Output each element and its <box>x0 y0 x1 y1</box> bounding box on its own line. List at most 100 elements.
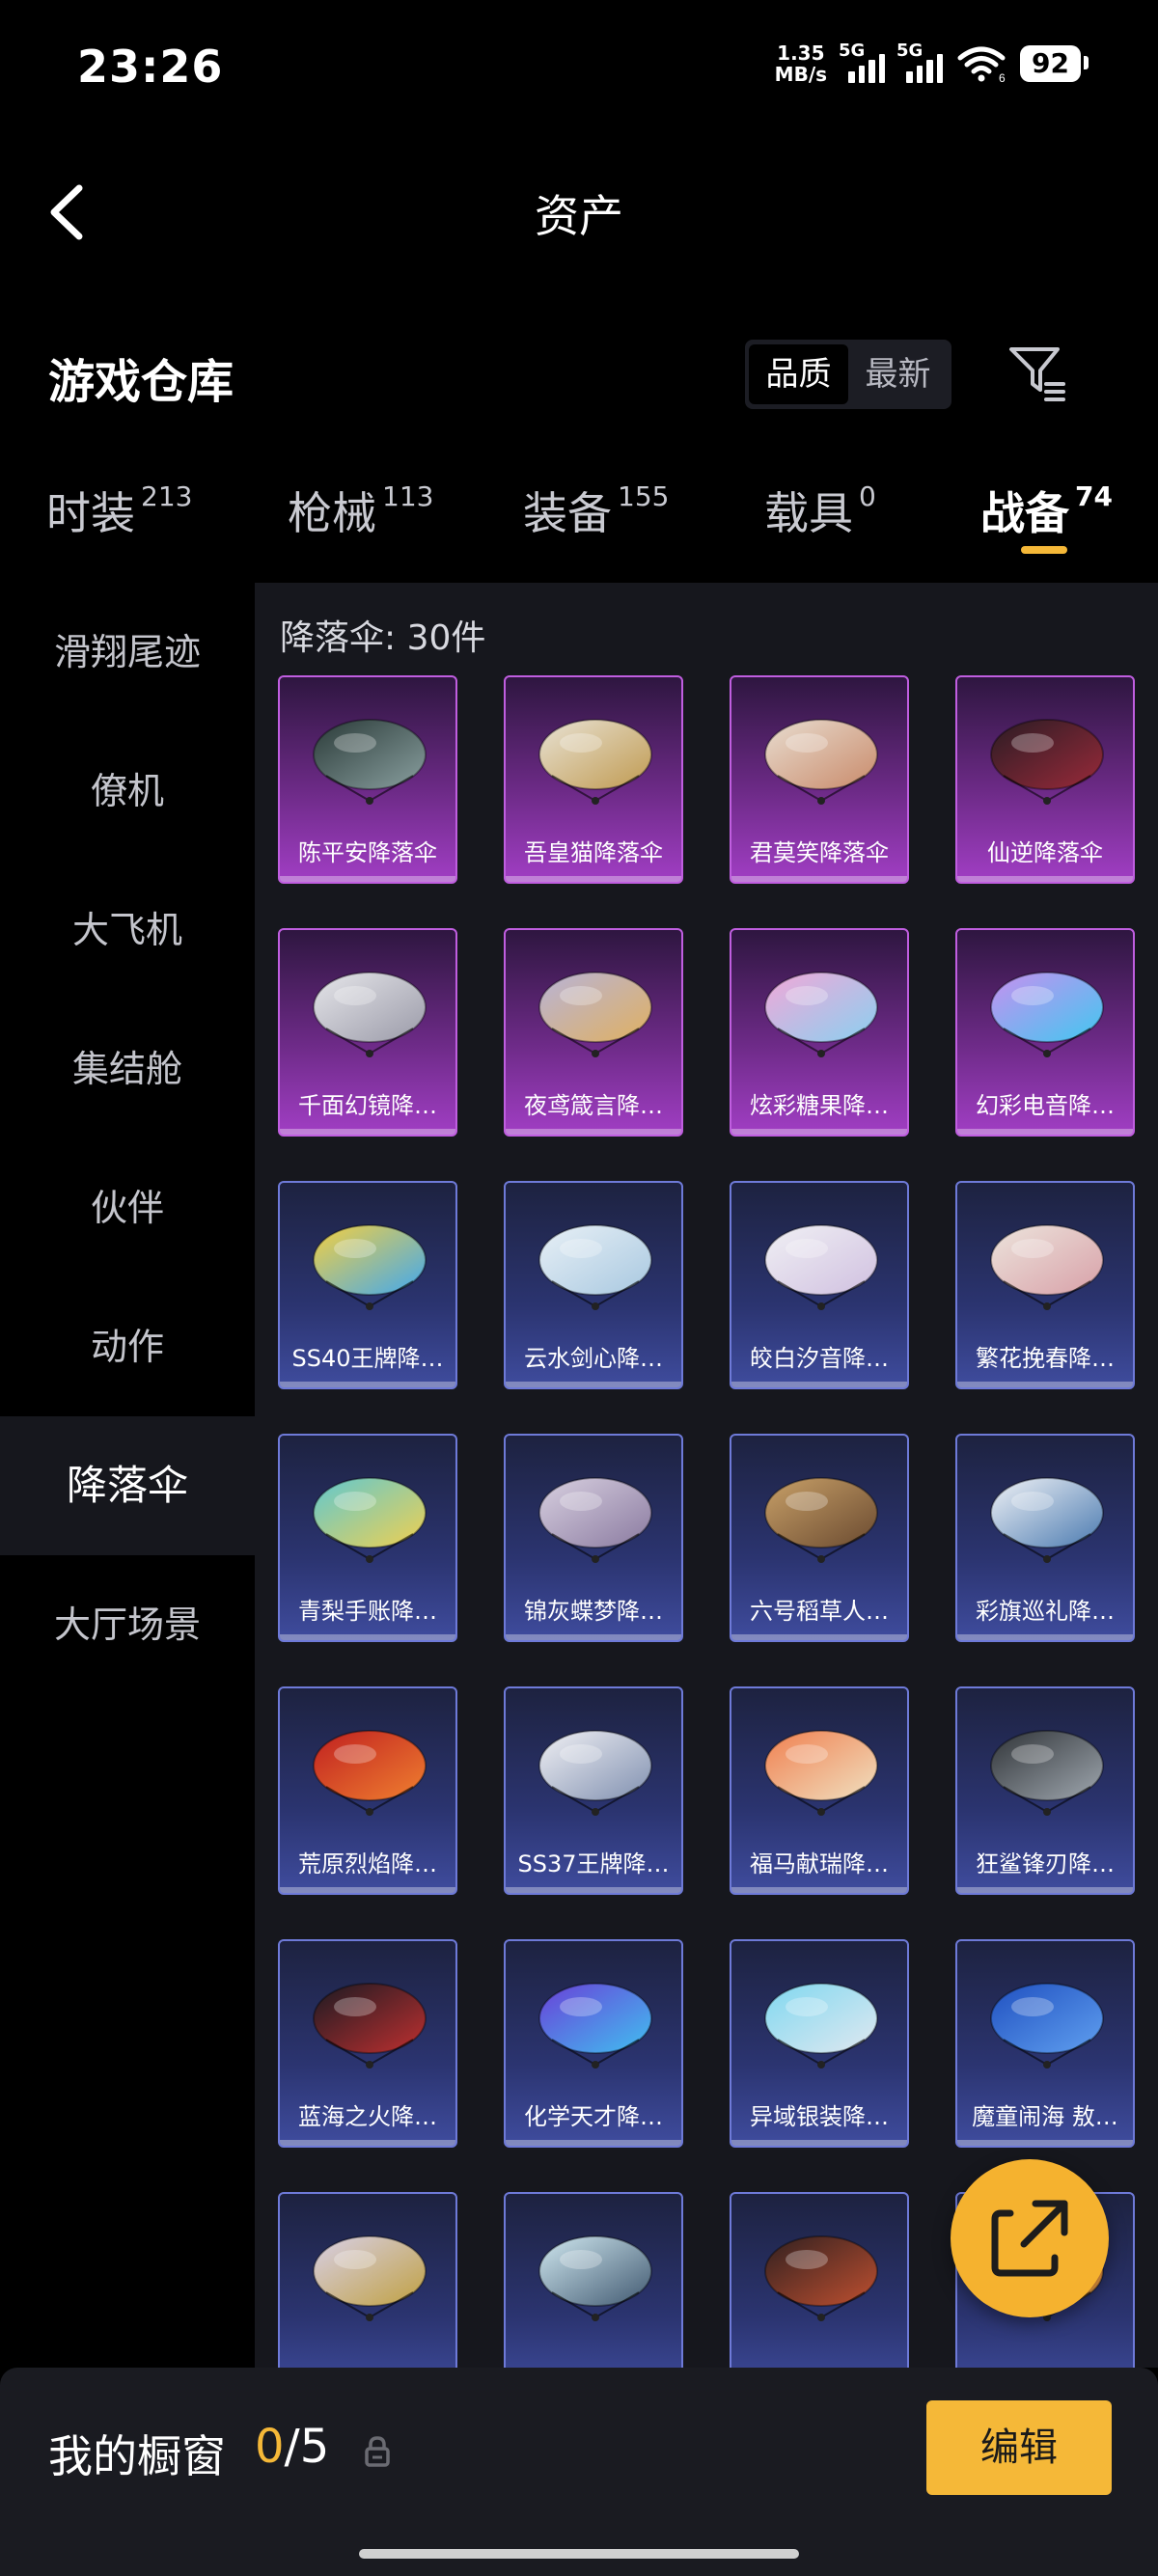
share-button[interactable] <box>951 2159 1109 2317</box>
filter-button[interactable] <box>1004 340 1069 405</box>
parachute-name: 狂鲨锋刃降… <box>976 1850 1115 1877</box>
tab-label: 时装 <box>46 487 135 539</box>
sort-option-newest[interactable]: 最新 <box>848 344 948 404</box>
parachute-card[interactable]: 皎白汐音降… <box>730 1181 909 1389</box>
parachute-name: 仙逆降落伞 <box>987 839 1103 866</box>
parachute-card[interactable]: 幻彩电音降… <box>955 928 1135 1137</box>
section-title: 游戏仓库 <box>48 355 234 409</box>
parachute-card[interactable]: 仙逆降落伞 <box>955 675 1135 884</box>
item-count-label: 降落伞: 30件 <box>280 618 486 658</box>
showcase-total: /5 <box>284 2420 330 2474</box>
parachute-name: 陈平安降落伞 <box>298 839 437 866</box>
tab-fashion[interactable]: 时装 213 <box>46 479 192 542</box>
parachute-name: 君莫笑降落伞 <box>750 839 889 866</box>
parachute-name: 六号稻草人… <box>750 1598 889 1625</box>
parachute-name: 繁花挽春降… <box>976 1345 1115 1372</box>
sidebar-item-glide-trail[interactable]: 滑翔尾迹 <box>0 583 255 722</box>
sidebar-item-airplane[interactable]: 大飞机 <box>0 861 255 1000</box>
parachute-icon <box>538 972 652 1057</box>
parachute-card[interactable]: 荒原烈焰降… <box>278 1686 457 1895</box>
sidebar-item-lobby-scene[interactable]: 大厅场景 <box>0 1555 255 1694</box>
parachute-name: 炫彩糖果降… <box>750 1092 889 1119</box>
parachute-icon <box>764 1224 878 1310</box>
parachute-icon <box>538 1224 652 1310</box>
parachute-card[interactable]: SS40王牌降… <box>278 1181 457 1389</box>
parachute-card[interactable]: 彩旗巡礼降… <box>955 1434 1135 1642</box>
tab-firearms[interactable]: 枪械 113 <box>288 479 433 542</box>
parachute-card[interactable] <box>278 2192 457 2368</box>
parachute-icon <box>764 719 878 805</box>
tab-label: 战备 <box>980 487 1069 539</box>
parachute-card[interactable]: 吾皇猫降落伞 <box>504 675 683 884</box>
parachute-name: 锦灰蝶梦降… <box>524 1598 663 1625</box>
parachute-name: 吾皇猫降落伞 <box>524 839 663 866</box>
network-speed-value: 1.35 <box>777 41 825 65</box>
parachute-icon <box>990 972 1104 1057</box>
parachute-icon <box>990 719 1104 805</box>
sidebar-item-wingman[interactable]: 僚机 <box>0 722 255 861</box>
parachute-card[interactable] <box>504 2192 683 2368</box>
tab-count: 155 <box>618 480 670 512</box>
parachute-icon <box>990 1224 1104 1310</box>
parachute-icon <box>538 1477 652 1563</box>
parachute-name: 青梨手账降… <box>298 1598 437 1625</box>
lock-icon <box>365 2436 390 2467</box>
parachute-card[interactable]: 魔童闹海 敖… <box>955 1939 1135 2148</box>
tab-count: 0 <box>859 480 876 512</box>
parachute-icon <box>538 1983 652 2069</box>
parachute-icon <box>313 1983 427 2069</box>
parachute-icon <box>313 719 427 805</box>
sort-option-quality[interactable]: 品质 <box>749 344 848 404</box>
parachute-card[interactable]: 异域银装降… <box>730 1939 909 2148</box>
parachute-name <box>280 2348 455 2368</box>
parachute-icon <box>313 2235 427 2321</box>
tab-supplies[interactable]: 战备 74 <box>980 479 1113 542</box>
filter-icon <box>1009 347 1065 401</box>
wifi-badge: 6 <box>999 71 1006 83</box>
parachute-card[interactable]: 六号稻草人… <box>730 1434 909 1642</box>
parachute-card[interactable]: 君莫笑降落伞 <box>730 675 909 884</box>
parachute-name: 云水剑心降… <box>524 1345 663 1372</box>
showcase-label: 我的橱窗 <box>48 2430 226 2482</box>
parachute-icon <box>764 1477 878 1563</box>
parachute-card[interactable] <box>730 2192 909 2368</box>
parachute-icon <box>313 972 427 1057</box>
sidebar-item-companion[interactable]: 伙伴 <box>0 1138 255 1277</box>
parachute-name: 千面幻镜降… <box>298 1092 437 1119</box>
parachute-name: 蓝海之火降… <box>298 2103 437 2130</box>
tab-equipment[interactable]: 装备 155 <box>523 479 669 542</box>
external-link-icon <box>991 2200 1068 2277</box>
sidebar-item-assembly-pod[interactable]: 集结舱 <box>0 1000 255 1138</box>
signal-icon: 5G <box>896 41 944 83</box>
parachute-card[interactable]: 夜鸢箴言降… <box>504 928 683 1137</box>
parachute-name: 荒原烈焰降… <box>298 1850 437 1877</box>
parachute-card[interactable]: 繁花挽春降… <box>955 1181 1135 1389</box>
parachute-card[interactable]: 狂鲨锋刃降… <box>955 1686 1135 1895</box>
sidebar-item-emote[interactable]: 动作 <box>0 1277 255 1416</box>
parachute-card[interactable]: 化学天才降… <box>504 1939 683 2148</box>
edit-button[interactable]: 编辑 <box>926 2400 1112 2495</box>
signal-icon: 5G <box>839 41 886 83</box>
parachute-card[interactable]: 福马献瑞降… <box>730 1686 909 1895</box>
parachute-name: SS40王牌降… <box>291 1345 444 1372</box>
signal-label: 5G <box>896 41 924 61</box>
parachute-card[interactable]: 锦灰蝶梦降… <box>504 1434 683 1642</box>
item-panel: 降落伞: 30件 陈平安降落伞 吾皇猫降落伞 君莫笑降落伞 仙逆降落伞千面幻镜降… 夜鸢… <box>255 583 1158 2368</box>
tab-count: 213 <box>141 480 193 512</box>
parachute-card[interactable]: 青梨手账降… <box>278 1434 457 1642</box>
page-title: 资产 <box>535 190 623 242</box>
parachute-card[interactable]: 陈平安降落伞 <box>278 675 457 884</box>
sidebar-item-parachute[interactable]: 降落伞 <box>0 1416 255 1555</box>
parachute-card[interactable]: 炫彩糖果降… <box>730 928 909 1137</box>
parachute-card[interactable]: SS37王牌降… <box>504 1686 683 1895</box>
parachute-name: 福马献瑞降… <box>750 1850 889 1877</box>
parachute-card[interactable]: 千面幻镜降… <box>278 928 457 1137</box>
network-speed: 1.35 MB/s <box>775 42 827 85</box>
parachute-name: 幻彩电音降… <box>976 1092 1115 1119</box>
parachute-card[interactable]: 蓝海之火降… <box>278 1939 457 2148</box>
parachute-icon <box>990 1477 1104 1563</box>
parachute-card[interactable]: 云水剑心降… <box>504 1181 683 1389</box>
category-tabs: 时装 213 枪械 113 装备 155 载具 0 战备 74 <box>0 463 1158 569</box>
sidebar: 滑翔尾迹 僚机 大飞机 集结舱 伙伴 动作 降落伞 大厅场景 <box>0 583 255 2368</box>
tab-vehicles[interactable]: 载具 0 <box>764 479 876 542</box>
